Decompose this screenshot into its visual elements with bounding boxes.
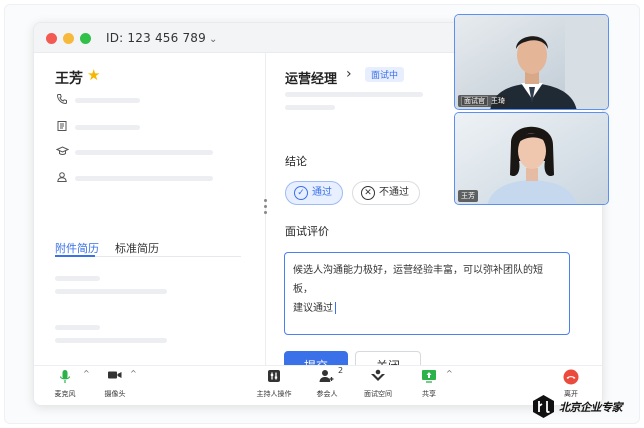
fail-button[interactable]: ✕ 不通过 bbox=[352, 181, 420, 205]
camera-button[interactable]: 摄像头 bbox=[98, 369, 132, 399]
participants-label: 参会人 bbox=[316, 390, 338, 398]
job-placeholder-2 bbox=[285, 105, 335, 110]
candidate-video-image bbox=[455, 113, 608, 204]
interview-space-label: 面试空间 bbox=[364, 390, 392, 398]
participants-button[interactable]: 参会人 2 bbox=[312, 366, 344, 399]
chevron-up-icon: ^ bbox=[130, 369, 137, 378]
interviewer-name-tag: 面试官 王琦 bbox=[458, 95, 508, 107]
video-tile-candidate[interactable]: 王芳 bbox=[454, 112, 609, 205]
share-screen-icon bbox=[417, 369, 441, 387]
fail-label: 不通过 bbox=[379, 187, 409, 198]
document-placeholder bbox=[75, 125, 140, 130]
star-icon[interactable]: ★ bbox=[87, 66, 100, 84]
interviewer-role-tag: 面试官 bbox=[461, 96, 488, 106]
tab-active-indicator bbox=[55, 255, 95, 257]
interview-space-button[interactable]: 面试空间 bbox=[360, 369, 396, 399]
chevron-up-icon: ^ bbox=[446, 369, 453, 378]
candidate-name: 王芳 bbox=[55, 71, 83, 87]
document-icon bbox=[55, 120, 69, 134]
candidate-panel: 王芳 ★ 附件简历 标准简历 bbox=[34, 53, 266, 365]
education-placeholder bbox=[75, 150, 213, 155]
text-caret bbox=[335, 302, 336, 314]
comment-line-2: 建议通过 bbox=[293, 299, 561, 318]
interview-space-icon bbox=[360, 369, 396, 387]
phone-placeholder bbox=[75, 98, 140, 103]
hang-up-icon bbox=[557, 369, 585, 387]
video-tile-interviewer[interactable]: 面试官 王琦 bbox=[454, 14, 609, 110]
comment-textarea[interactable]: 候选人沟通能力极好，运营经验丰富，可以弥补团队的短板， 建议通过 bbox=[284, 252, 570, 335]
host-actions-label: 主持人操作 bbox=[256, 390, 292, 398]
tab-standard-resume[interactable]: 标准简历 bbox=[115, 240, 159, 256]
meeting-id-text: ID: 123 456 789 bbox=[106, 31, 206, 45]
brand-text: 北京企业专家 bbox=[559, 401, 623, 414]
user-icon bbox=[55, 171, 69, 185]
camera-label: 摄像头 bbox=[104, 390, 126, 398]
host-controls-icon bbox=[252, 369, 296, 387]
comment-line-2-text: 建议通过 bbox=[293, 303, 333, 314]
mic-label: 麦克风 bbox=[54, 390, 76, 398]
job-placeholder-1 bbox=[285, 92, 423, 97]
share-button[interactable]: 共享 bbox=[417, 369, 441, 399]
resume-placeholder-1 bbox=[55, 276, 100, 281]
pass-label: 通过 bbox=[312, 187, 332, 198]
brand-watermark: 北京企业专家 bbox=[531, 394, 639, 420]
tab-attachment-resume[interactable]: 附件简历 bbox=[55, 240, 99, 256]
minimize-window-button[interactable] bbox=[63, 33, 74, 44]
candidate-name-tag: 王芳 bbox=[458, 190, 478, 202]
conclusion-label: 结论 bbox=[285, 155, 307, 168]
mic-button[interactable]: 麦克风 bbox=[48, 369, 82, 399]
pass-button[interactable]: ✓ 通过 bbox=[285, 181, 343, 205]
maximize-window-button[interactable] bbox=[80, 33, 91, 44]
comment-line-1: 候选人沟通能力极好，运营经验丰富，可以弥补团队的短板， bbox=[293, 265, 543, 295]
resume-placeholder-3 bbox=[55, 325, 100, 330]
chevron-down-icon: ⌄ bbox=[208, 34, 218, 45]
share-label: 共享 bbox=[422, 390, 436, 398]
host-actions-button[interactable]: 主持人操作 bbox=[252, 369, 296, 399]
status-badge: 面试中 bbox=[365, 67, 405, 82]
interviewer-name: 王琦 bbox=[491, 97, 505, 105]
close-window-button[interactable] bbox=[46, 33, 57, 44]
graduation-cap-icon bbox=[55, 145, 69, 159]
check-circle-icon: ✓ bbox=[294, 186, 308, 200]
brand-logo-icon bbox=[533, 395, 554, 418]
stage: ID: 123 456 789 ⌄ 王芳 ★ 附件简历 标准简历 运营经理 › … bbox=[0, 0, 644, 428]
resume-placeholder-2 bbox=[55, 289, 167, 294]
user-placeholder bbox=[75, 176, 213, 181]
phone-icon bbox=[55, 93, 69, 107]
x-circle-icon: ✕ bbox=[361, 186, 375, 200]
meeting-toolbar: 麦克风 ^ 摄像头 ^ 主持人操作 参会人 2 面试空间 共享 ^ 离开 bbox=[34, 365, 602, 405]
job-title: 运营经理 bbox=[285, 72, 338, 87]
comment-label: 面试评价 bbox=[285, 225, 329, 238]
chevron-up-icon: ^ bbox=[83, 369, 90, 378]
chevron-right-icon: › bbox=[346, 66, 352, 82]
microphone-icon bbox=[48, 369, 82, 387]
participants-count: 2 bbox=[338, 366, 344, 375]
meeting-id-dropdown[interactable]: ID: 123 456 789 ⌄ bbox=[106, 31, 218, 45]
resume-placeholder-4 bbox=[55, 338, 167, 343]
camera-icon bbox=[98, 369, 132, 387]
